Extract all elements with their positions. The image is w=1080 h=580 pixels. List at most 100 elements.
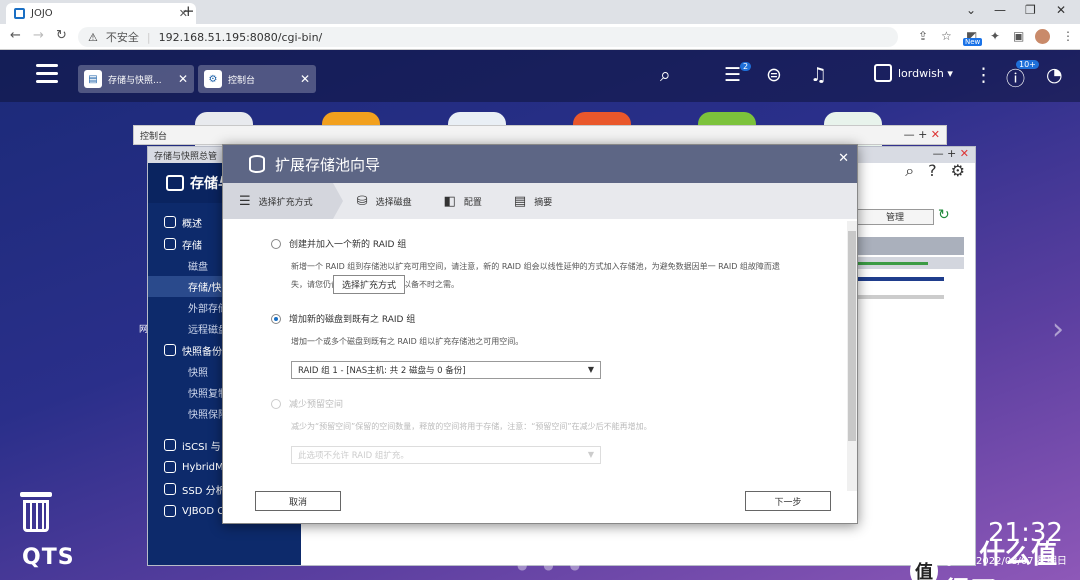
option-label: 增加新的磁盘到既有之 RAID 组 <box>289 315 416 325</box>
overview-icon <box>164 216 176 228</box>
reserved-select-disabled[interactable]: 此选项不允许 RAID 组扩充。 ▼ <box>291 446 601 464</box>
pool-capacity-bar <box>858 295 944 299</box>
new-badge: New <box>963 38 983 46</box>
background-tasks-icon[interactable]: ☰ <box>724 64 741 86</box>
browser-tab-title: JOJO <box>31 8 53 19</box>
option-description: 减少为“预留空间”保留的空间数量，释放的空间将用于存储，注意：“预留空间”在减少… <box>291 422 652 431</box>
option-label: 创建并加入一个新的 RAID 组 <box>289 240 407 250</box>
wizard-steps: ☰ 选择扩充方式 ⛁ 选择磁盘 ◧ 配置 ▤ 摘要 <box>223 183 857 219</box>
main-menu-icon[interactable] <box>36 64 58 84</box>
select-value: 此选项不允许 RAID 组扩充。 <box>298 451 409 461</box>
wizard-scrollbar[interactable] <box>847 221 857 491</box>
storage-app-icon <box>166 175 184 191</box>
browser-tabstrip: JOJO ✕ + ⌄ — ❐ ✕ <box>0 0 1080 24</box>
window-controls[interactable]: — + ✕ <box>904 128 940 141</box>
task-tab-label: 存储与快照... <box>108 75 162 86</box>
puzzle-icon[interactable]: ✦ <box>990 29 1000 43</box>
chevron-down-icon: ▼ <box>587 450 594 459</box>
radio-button[interactable] <box>271 238 281 249</box>
qts-desktop: ▤ 存储与快照... ✕ ⚙ 控制台 ✕ ⌕ ☰ 2 ⊜ ♫ lordwish … <box>0 50 1080 580</box>
search-icon[interactable]: ⌕ <box>905 161 914 181</box>
pool-usage-row <box>858 257 964 269</box>
desktop-page-dots[interactable]: ● ● ● <box>517 558 586 572</box>
more-options-icon[interactable]: ⋮ <box>974 64 993 86</box>
gear-icon: ⚙ <box>204 70 222 88</box>
trash-icon[interactable] <box>20 492 52 534</box>
chevron-right-icon[interactable]: › <box>1052 312 1064 347</box>
external-device-icon[interactable]: ⊜ <box>766 64 782 86</box>
warning-icon: ⚠ <box>88 30 98 44</box>
table-header-band <box>858 237 964 255</box>
url-text: 192.168.51.195:8080/cgi-bin/ <box>158 30 323 44</box>
next-button[interactable]: 下一步 <box>745 491 831 511</box>
wizard-footer: 取消 下一步 <box>223 481 857 523</box>
site-favicon-icon <box>14 8 25 19</box>
window-title: 存储与快照总管 <box>154 152 218 162</box>
sidepanel-icon[interactable]: ▣ <box>1013 29 1024 43</box>
raid-group-select[interactable]: RAID 组 1 - [NAS主机: 共 2 磁盘与 0 备份] ▼ <box>291 361 601 379</box>
option-new-raid-group[interactable]: 创建并加入一个新的 RAID 组 <box>271 237 847 250</box>
help-icon[interactable]: ? <box>928 161 937 181</box>
notification-bell-icon[interactable]: ♫ <box>810 64 827 86</box>
wizard-title: 扩展存储池向导 <box>275 155 381 174</box>
browser-tab[interactable]: JOJO ✕ <box>6 3 196 24</box>
desktop-date: 2022/08/07 星期日 <box>976 556 1067 567</box>
minimize-window-button[interactable]: — <box>994 3 1006 17</box>
restore-window-button[interactable]: ❐ <box>1025 3 1036 17</box>
manage-button[interactable]: 管理 <box>856 209 934 225</box>
search-icon[interactable]: ⌕ <box>660 64 671 86</box>
cancel-button[interactable]: 取消 <box>255 491 341 511</box>
refresh-icon[interactable]: ↻ <box>938 207 950 223</box>
close-window-button[interactable]: ✕ <box>1056 3 1066 17</box>
user-menu[interactable]: lordwish ▾ <box>874 64 953 82</box>
task-tab-storage[interactable]: ▤ 存储与快照... ✕ <box>78 65 194 93</box>
expand-pool-wizard: 扩展存储池向导 ✕ ☰ 选择扩充方式 ⛁ 选择磁盘 ◧ 配置 ▤ 摘要 选择扩充… <box>222 144 858 524</box>
share-icon[interactable]: ⇪ <box>918 29 928 43</box>
database-icon <box>249 155 265 173</box>
address-bar: ← → ↻ ⚠ 不安全 | 192.168.51.195:8080/cgi-bi… <box>0 24 1080 50</box>
watermark-logo: 值 <box>910 554 939 580</box>
option-label: 减少预留空间 <box>289 400 344 410</box>
task-tab-control-panel[interactable]: ⚙ 控制台 ✕ <box>198 65 316 93</box>
profile-avatar[interactable] <box>1035 29 1050 44</box>
storage-toolbar: ⌕ ? ⚙ <box>905 161 965 181</box>
update-count-badge: 10+ <box>1016 60 1039 69</box>
user-icon <box>874 64 892 82</box>
step-select-method: ☰ 选择扩充方式 <box>223 183 343 219</box>
new-tab-button[interactable]: + <box>182 2 195 20</box>
radio-button-selected[interactable] <box>271 313 281 324</box>
option-reduce-reserved[interactable]: 减少预留空间 <box>271 397 847 410</box>
window-title: 控制台 <box>140 132 168 142</box>
desktop-clock: 21:32 <box>988 518 1063 548</box>
select-value: RAID 组 1 - [NAS主机: 共 2 磁盘与 0 备份] <box>298 366 466 376</box>
settings-gear-icon[interactable]: ⚙ <box>951 161 965 181</box>
qts-taskbar: ▤ 存储与快照... ✕ ⚙ 控制台 ✕ ⌕ ☰ 2 ⊜ ♫ lordwish … <box>0 50 1080 102</box>
task-count-badge: 2 <box>740 62 752 71</box>
bookmark-star-icon[interactable]: ☆ <box>941 29 952 43</box>
close-icon[interactable]: ✕ <box>838 151 849 166</box>
list-icon: ☰ <box>239 193 251 209</box>
chevron-down-icon: ▼ <box>587 365 594 374</box>
wizard-body: 创建并加入一个新的 RAID 组 新增一个 RAID 组到存储池以扩充可用空间，… <box>223 219 847 489</box>
step-tooltip: 选择扩充方式 <box>333 275 406 294</box>
reload-button[interactable]: ↻ <box>56 28 67 43</box>
config-icon: ◧ <box>443 193 456 209</box>
control-panel-window: 控制台 — + ✕ <box>133 125 947 145</box>
summary-icon: ▤ <box>513 193 527 209</box>
option-add-disk[interactable]: 增加新的磁盘到既有之 RAID 组 <box>271 312 847 325</box>
ssd-icon <box>164 483 176 495</box>
wizard-titlebar: 扩展存储池向导 <box>223 145 857 183</box>
tab-search-icon[interactable]: ⌄ <box>966 3 976 17</box>
dashboard-gauge-icon[interactable]: ◔ <box>1046 64 1063 86</box>
username: lordwish ▾ <box>898 66 953 80</box>
url-field[interactable]: ⚠ 不安全 | 192.168.51.195:8080/cgi-bin/ <box>78 27 898 47</box>
close-icon[interactable]: ✕ <box>300 72 310 86</box>
forward-button[interactable]: → <box>33 28 44 43</box>
radio-button-disabled[interactable] <box>271 398 281 409</box>
back-button[interactable]: ← <box>10 28 21 43</box>
window-controls[interactable]: — + ✕ <box>933 147 969 160</box>
step-summary: ▤ 摘要 <box>513 193 553 209</box>
close-icon[interactable]: ✕ <box>178 72 188 86</box>
insecure-label: 不安全 <box>105 31 139 44</box>
browser-menu-icon[interactable]: ⋮ <box>1062 29 1074 43</box>
